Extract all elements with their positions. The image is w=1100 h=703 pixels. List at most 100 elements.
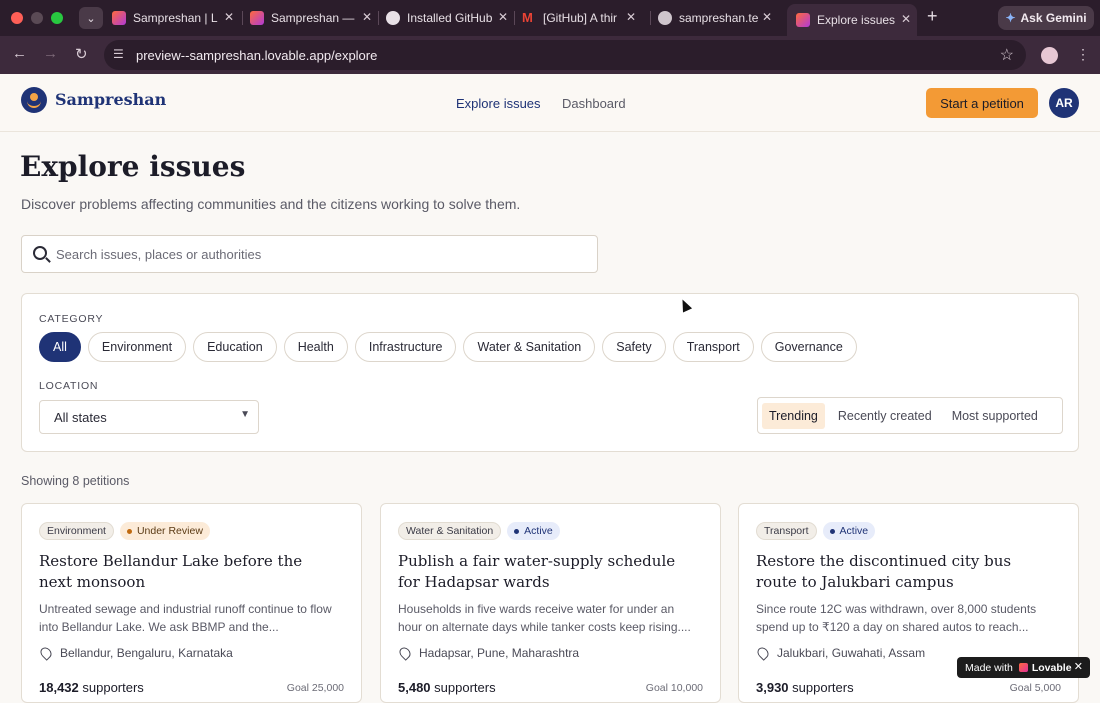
ask-gemini-button[interactable]: ✦ Ask Gemini: [998, 6, 1094, 30]
chip-all[interactable]: All: [39, 332, 81, 362]
browser-tab-bar: ⌄ Sampreshan | L ✕ Sampreshan — ✕ Instal…: [0, 0, 1100, 36]
sort-trending[interactable]: Trending: [762, 402, 825, 429]
sparkle-icon: ✦: [1005, 11, 1016, 25]
browser-tab-active[interactable]: Explore issues ✕: [787, 4, 917, 36]
browser-tab[interactable]: sampreshan.te ✕: [658, 5, 778, 31]
map-pin-icon: [38, 645, 54, 661]
made-with-lovable-badge[interactable]: Made with Lovable ✕: [957, 657, 1090, 678]
card-badges: Transport Active: [756, 522, 876, 540]
card-description: Households in five wards receive water f…: [398, 602, 691, 634]
card-description: Untreated sewage and industrial runoff c…: [39, 602, 332, 634]
new-tab-button[interactable]: +: [927, 6, 938, 27]
nav-explore-issues[interactable]: Explore issues: [456, 96, 541, 111]
status-text: Active: [524, 525, 553, 537]
tab-title: Sampreshan —: [271, 11, 355, 25]
brand-name[interactable]: Sampreshan: [55, 90, 166, 109]
location-text: Jalukbari, Guwahati, Assam: [777, 646, 926, 660]
nav-dashboard[interactable]: Dashboard: [562, 96, 626, 111]
gmail-icon: M: [522, 10, 533, 25]
search-input[interactable]: [56, 244, 576, 264]
sort-most-supported[interactable]: Most supported: [945, 403, 1045, 429]
tab-title: sampreshan.te: [679, 11, 759, 25]
sampreshan-logo-icon[interactable]: [21, 87, 47, 113]
card-badges: Water & Sanitation Active: [398, 522, 560, 540]
status-badge: Under Review: [119, 522, 210, 540]
chip-water-sanitation[interactable]: Water & Sanitation: [463, 332, 596, 362]
location-text: Bellandur, Bengaluru, Karnataka: [60, 646, 233, 660]
lovable-icon: [796, 13, 810, 27]
card-location: Jalukbari, Guwahati, Assam: [755, 645, 926, 661]
chip-infrastructure[interactable]: Infrastructure: [354, 332, 457, 362]
close-tab-icon[interactable]: ✕: [224, 10, 234, 24]
search-box[interactable]: [21, 235, 598, 273]
address-bar[interactable]: ☰ preview--sampreshan.lovable.app/explor…: [104, 40, 1026, 70]
browser-tab[interactable]: Sampreshan — ✕: [250, 5, 378, 31]
chip-education[interactable]: Education: [193, 332, 277, 362]
tab-divider: [378, 11, 379, 25]
card-title[interactable]: Publish a fair water-supply schedule for…: [398, 551, 698, 593]
petition-card[interactable]: Water & Sanitation Active Publish a fair…: [380, 503, 721, 703]
card-badges: Environment Under Review: [39, 522, 210, 540]
tab-divider: [514, 11, 515, 25]
lovable-icon: [112, 11, 126, 25]
status-badge: Active: [507, 522, 560, 540]
status-dot-icon: [829, 528, 835, 534]
tab-title: Installed GitHub: [407, 11, 493, 25]
avatar[interactable]: AR: [1049, 88, 1079, 118]
chip-health[interactable]: Health: [283, 332, 348, 362]
made-with-text: Made with: [965, 661, 1013, 674]
category-chips: All Environment Education Health Infrast…: [39, 332, 857, 362]
card-location: Bellandur, Bengaluru, Karnataka: [38, 645, 233, 661]
bookmark-star-icon[interactable]: ☆: [1000, 45, 1014, 65]
lovable-icon: [1018, 663, 1028, 672]
card-description: Since route 12C was withdrawn, over 8,00…: [756, 602, 1037, 634]
tab-title: Explore issues: [817, 13, 896, 27]
maximize-window-button[interactable]: [51, 12, 63, 24]
forward-icon[interactable]: →: [43, 45, 58, 62]
browser-tab[interactable]: Sampreshan | L ✕: [112, 5, 240, 31]
close-tab-icon[interactable]: ✕: [901, 12, 911, 26]
sort-recently-created[interactable]: Recently created: [831, 403, 939, 429]
browser-tab[interactable]: M [GitHub] A thir ✕: [522, 5, 642, 31]
app-header: Sampreshan Explore issues Dashboard Star…: [0, 74, 1100, 132]
chip-governance[interactable]: Governance: [760, 332, 857, 362]
chip-environment[interactable]: Environment: [87, 332, 187, 362]
sort-toggle: Trending Recently created Most supported: [757, 397, 1063, 434]
browser-tab[interactable]: Installed GitHub ✕: [386, 5, 514, 31]
start-petition-button[interactable]: Start a petition: [926, 88, 1038, 118]
more-options-icon[interactable]: ⋮: [1076, 46, 1090, 63]
chevron-down-icon: ⌄: [86, 12, 96, 25]
close-tab-icon[interactable]: ✕: [762, 10, 772, 24]
filter-panel: CATEGORY All Environment Education Healt…: [21, 293, 1079, 452]
chip-transport[interactable]: Transport: [672, 332, 754, 362]
minimize-window-button[interactable]: [31, 12, 43, 24]
close-tab-icon[interactable]: ✕: [626, 10, 636, 24]
card-goal: Goal 10,000: [645, 682, 703, 694]
site-settings-icon[interactable]: ☰: [113, 47, 124, 61]
card-title[interactable]: Restore Bellandur Lake before the next m…: [39, 551, 339, 593]
close-tab-icon[interactable]: ✕: [498, 10, 508, 24]
lovable-brand-text: Lovable: [1031, 661, 1072, 674]
petition-card[interactable]: Environment Under Review Restore Belland…: [21, 503, 362, 703]
url-text[interactable]: preview--sampreshan.lovable.app/explore: [136, 48, 377, 63]
tab-title: Sampreshan | L: [133, 11, 218, 25]
chip-safety[interactable]: Safety: [602, 332, 666, 362]
tab-divider: [242, 11, 243, 25]
reload-icon[interactable]: ↻: [75, 45, 88, 63]
close-window-button[interactable]: [11, 12, 23, 24]
results-count: Showing 8 petitions: [21, 474, 130, 488]
ask-gemini-label: Ask Gemini: [1020, 11, 1087, 25]
back-icon[interactable]: ←: [12, 45, 27, 62]
search-icon: [33, 246, 47, 260]
map-pin-icon: [397, 645, 413, 661]
tab-search-button[interactable]: ⌄: [79, 7, 103, 29]
card-goal: Goal 5,000: [1009, 682, 1061, 694]
card-location: Hadapsar, Pune, Maharashtra: [397, 645, 579, 661]
profile-icon[interactable]: [1041, 47, 1058, 64]
close-badge-icon[interactable]: ✕: [1074, 660, 1083, 673]
location-select[interactable]: All states ▼: [39, 400, 259, 434]
close-tab-icon[interactable]: ✕: [362, 10, 372, 24]
page-title: Explore issues: [20, 150, 246, 183]
card-title[interactable]: Restore the discontinued city bus route …: [756, 551, 1056, 593]
status-dot-icon: [514, 528, 520, 534]
